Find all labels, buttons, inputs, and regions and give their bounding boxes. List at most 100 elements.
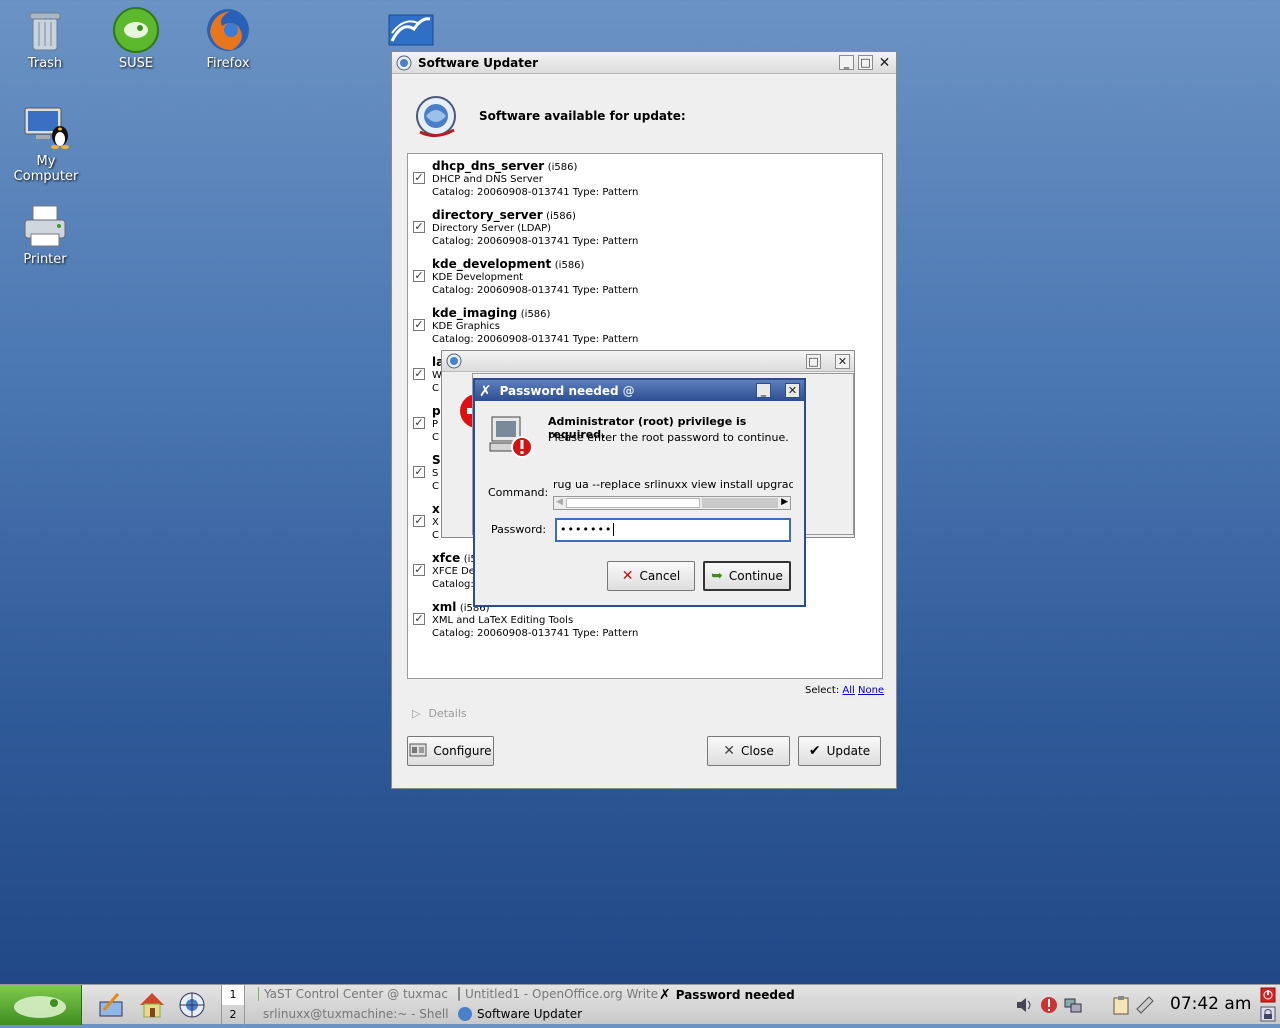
- minimize-button[interactable]: _: [756, 383, 771, 398]
- package-row[interactable]: kde_development (i586) KDE Development Cat…: [432, 257, 638, 297]
- package-catalog: C: [432, 481, 439, 492]
- package-name: directory_server: [432, 208, 543, 222]
- package-arch: (i586): [520, 309, 551, 320]
- package-row[interactable]: kde_imaging (i586) KDE Graphics Catalog: 2…: [432, 306, 638, 346]
- package-arch: (i586): [554, 260, 585, 271]
- package-checkbox[interactable]: ✓: [413, 466, 425, 478]
- clock[interactable]: 07:42 am: [1170, 994, 1251, 1014]
- select-none-link[interactable]: None: [858, 685, 884, 696]
- task-label: Software Updater: [477, 1007, 583, 1021]
- volume-icon[interactable]: [1014, 995, 1034, 1015]
- task-yast[interactable]: YaST Control Center @ tuxmac: [258, 987, 448, 1001]
- task-shell[interactable]: srlinuxx@tuxmachine:~ - Shell: [258, 1007, 448, 1021]
- continue-button[interactable]: ➥ Continue: [703, 561, 791, 591]
- package-checkbox[interactable]: ✓: [413, 221, 425, 233]
- continue-arrow-icon: ➥: [711, 568, 723, 584]
- package-arch: (i586): [547, 162, 578, 173]
- privilege-subtext: Please enter the root password to contin…: [548, 431, 789, 444]
- cancel-button[interactable]: ✕ Cancel: [607, 561, 695, 591]
- lock-screen-icon[interactable]: [1260, 1006, 1276, 1022]
- password-dialog-titlebar[interactable]: ✗ Password needed @ _ ✕: [475, 380, 804, 401]
- package-row[interactable]: dhcp_dns_server (i586) DHCP and DNS Serve…: [432, 159, 638, 199]
- scrollbar-thumb[interactable]: [566, 498, 700, 508]
- close-window-button[interactable]: ✕: [835, 353, 850, 369]
- configure-icon: [409, 743, 427, 760]
- update-notifier-icon[interactable]: [1039, 995, 1059, 1015]
- task-openoffice[interactable]: Untitled1 - OpenOffice.org Writer: [458, 987, 658, 1001]
- close-button[interactable]: ✕ Close: [707, 736, 790, 766]
- update-button[interactable]: ✔ Update: [798, 736, 881, 766]
- desktop-icon-printer[interactable]: Printer: [5, 202, 85, 267]
- package-checkbox[interactable]: ✓: [413, 515, 425, 527]
- package-row[interactable]: directory_server (i586) Directory Server …: [432, 208, 638, 248]
- scroll-right-icon[interactable]: ▶: [781, 497, 788, 507]
- package-description: Directory Server (LDAP): [432, 223, 552, 234]
- configure-label: Configure: [433, 744, 492, 758]
- select-all-link[interactable]: All: [842, 685, 854, 696]
- password-dialog: ✗ Password needed @ _ ✕ Administrator (r…: [473, 378, 806, 607]
- minimize-button[interactable]: _: [839, 55, 854, 70]
- package-checkbox[interactable]: ✓: [413, 368, 425, 380]
- package-description: KDE Development: [432, 272, 524, 283]
- task-software-updater[interactable]: Software Updater: [458, 1007, 658, 1021]
- command-scrollbar[interactable]: ◀ ▶: [553, 496, 791, 510]
- pager-desktop-2[interactable]: 2: [222, 1005, 244, 1025]
- details-expander[interactable]: ▷ Details: [412, 707, 467, 720]
- package-description: XFCE De: [432, 566, 475, 577]
- package-name: xfce: [432, 551, 461, 565]
- dialog-titlebar[interactable]: □ ✕: [442, 351, 854, 372]
- window-titlebar[interactable]: Software Updater _ □ ✕: [392, 52, 896, 74]
- klipper-icon[interactable]: [1111, 995, 1131, 1015]
- continue-label: Continue: [728, 569, 783, 583]
- logout-icon[interactable]: [1260, 987, 1276, 1003]
- pager-desktop-1[interactable]: 1: [222, 985, 244, 1005]
- desktop-icon-my-computer[interactable]: My Computer: [6, 104, 86, 184]
- close-window-button[interactable]: ✕: [785, 383, 800, 398]
- close-window-button[interactable]: ✕: [877, 55, 892, 70]
- password-input[interactable]: •••••••: [555, 518, 791, 542]
- package-row[interactable]: x XC: [432, 502, 440, 542]
- device-icon[interactable]: [1135, 995, 1155, 1015]
- close-label: Close: [741, 744, 774, 758]
- package-catalog: Catalog:: [432, 579, 474, 590]
- task-label: srlinuxx@tuxmachine:~ - Shell: [263, 1007, 448, 1021]
- package-name: S: [432, 453, 441, 467]
- desktop-pager[interactable]: 1 2: [221, 985, 245, 1025]
- package-description: S: [432, 468, 439, 479]
- close-x-icon: ✕: [723, 743, 736, 759]
- start-menu-button[interactable]: [0, 985, 82, 1025]
- x-logo-icon: ✗: [479, 381, 492, 400]
- package-checkbox[interactable]: ✓: [413, 270, 425, 282]
- package-checkbox[interactable]: ✓: [413, 564, 425, 576]
- home-icon[interactable]: [137, 990, 167, 1020]
- package-checkbox[interactable]: ✓: [413, 613, 425, 625]
- maximize-button[interactable]: □: [806, 353, 821, 369]
- swirl-icon: @: [622, 383, 635, 398]
- updater-app-icon: [446, 353, 462, 369]
- package-row[interactable]: S SC: [432, 453, 441, 493]
- desktop-icon-suse[interactable]: SUSE: [96, 6, 176, 71]
- package-arch: (i586): [546, 211, 576, 222]
- package-catalog: Catalog: 20060908-013741 Type: Pattern: [432, 285, 639, 296]
- network-icon[interactable]: [1063, 995, 1083, 1015]
- task-password-needed[interactable]: ✗ Password needed: [659, 987, 819, 1003]
- package-name: dhcp_dns_server: [432, 159, 545, 173]
- desktop-icon-trash[interactable]: Trash: [5, 6, 85, 71]
- maximize-button[interactable]: □: [858, 55, 873, 70]
- openoffice-icon[interactable]: [388, 13, 434, 47]
- select-label: Select:: [805, 685, 840, 696]
- command-value: rug ua --replace srlinuxx view install u…: [553, 478, 793, 491]
- package-checkbox[interactable]: ✓: [413, 319, 425, 331]
- desktop-icon-firefox[interactable]: Firefox: [188, 6, 268, 71]
- quick-launch-editor-icon[interactable]: [96, 990, 126, 1020]
- package-row[interactable]: p PC: [432, 404, 441, 444]
- package-checkbox[interactable]: ✓: [413, 172, 425, 184]
- package-description: DHCP and DNS Server: [432, 174, 543, 185]
- configure-button[interactable]: Configure: [407, 736, 494, 766]
- package-checkbox[interactable]: ✓: [413, 417, 425, 429]
- package-row[interactable]: xfce (i5 XFCE De Catalog:: [432, 551, 477, 591]
- cancel-x-icon: ✕: [621, 568, 634, 584]
- package-catalog: C: [432, 530, 439, 541]
- scroll-left-icon[interactable]: ◀: [556, 497, 563, 507]
- browser-icon[interactable]: [177, 990, 207, 1020]
